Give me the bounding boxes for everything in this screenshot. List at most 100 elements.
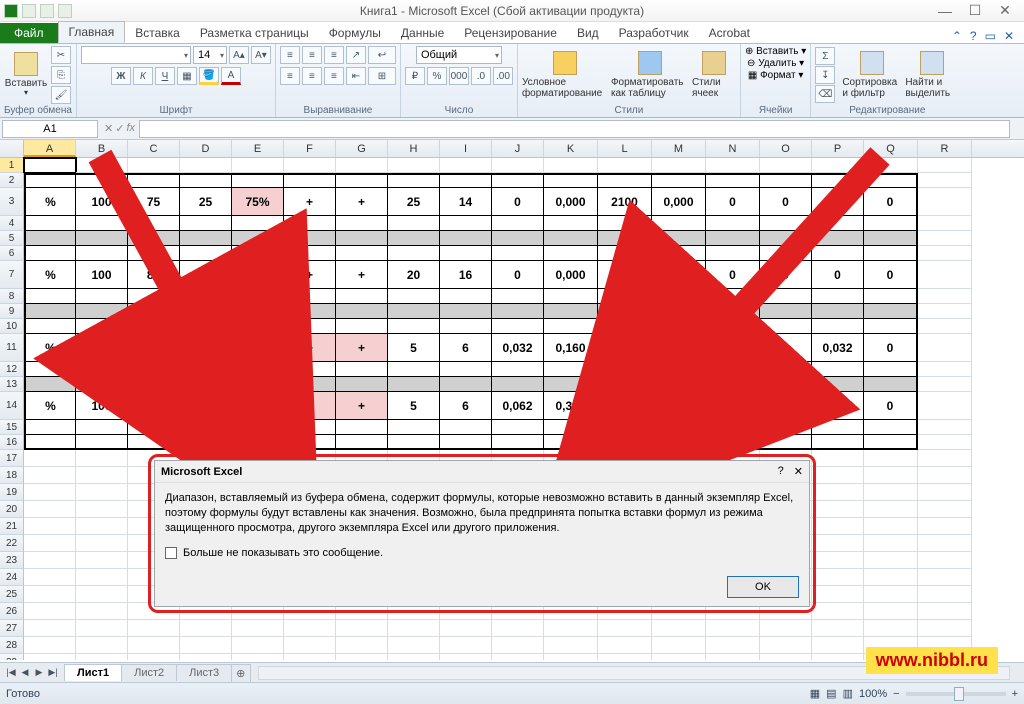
undo-icon[interactable] <box>40 4 54 18</box>
cell[interactable]: 0,032 <box>492 334 544 362</box>
cell[interactable] <box>128 246 180 261</box>
cell[interactable] <box>180 362 232 377</box>
tab-file[interactable]: Файл <box>0 23 58 43</box>
cell[interactable] <box>180 319 232 334</box>
cell[interactable] <box>180 173 232 188</box>
cell[interactable] <box>128 362 180 377</box>
cell[interactable] <box>864 231 918 246</box>
cell[interactable]: 0 <box>760 334 812 362</box>
row-header-16[interactable]: 16 <box>0 435 24 450</box>
cell[interactable] <box>760 289 812 304</box>
cell[interactable] <box>652 620 706 637</box>
row-header-12[interactable]: 12 <box>0 362 24 377</box>
cell[interactable] <box>284 304 336 319</box>
cell[interactable] <box>24 319 76 334</box>
next-sheet-icon[interactable]: ▶ <box>32 667 46 678</box>
cell[interactable] <box>918 392 972 420</box>
cell[interactable] <box>128 158 180 173</box>
cell[interactable] <box>812 484 864 501</box>
cell[interactable] <box>24 637 76 654</box>
row-header-27[interactable]: 27 <box>0 620 24 637</box>
cell[interactable] <box>706 289 760 304</box>
cell[interactable] <box>440 362 492 377</box>
col-header-C[interactable]: C <box>128 140 180 157</box>
cell[interactable]: 0 <box>706 392 760 420</box>
cell[interactable] <box>812 216 864 231</box>
cell[interactable] <box>440 420 492 435</box>
format-as-table-button[interactable]: Форматировать как таблицу <box>611 47 689 103</box>
cell[interactable] <box>492 637 544 654</box>
font-size-combo[interactable]: 14 <box>193 46 227 64</box>
cell[interactable]: + <box>284 261 336 289</box>
cell[interactable] <box>76 484 128 501</box>
cell[interactable]: 0 <box>864 188 918 216</box>
cell[interactable] <box>76 420 128 435</box>
cell[interactable] <box>440 620 492 637</box>
cell[interactable]: 0 <box>492 188 544 216</box>
cell[interactable]: 80 <box>128 261 180 289</box>
cell[interactable] <box>760 362 812 377</box>
dialog-help-icon[interactable]: ? <box>778 465 784 478</box>
cell[interactable]: 95 <box>128 334 180 362</box>
cell[interactable] <box>128 319 180 334</box>
cell[interactable] <box>864 420 918 435</box>
cell[interactable] <box>598 304 652 319</box>
insert-cells-icon[interactable]: ⊕ Вставить ▾ <box>745 46 806 57</box>
underline-icon[interactable]: Ч <box>155 67 175 85</box>
find-select-button[interactable]: Найти и выделить <box>905 47 959 103</box>
cell[interactable] <box>544 377 598 392</box>
cell[interactable] <box>918 484 972 501</box>
row-header-22[interactable]: 22 <box>0 535 24 552</box>
cell[interactable] <box>232 304 284 319</box>
cell[interactable] <box>598 435 652 450</box>
cell[interactable] <box>544 246 598 261</box>
cell[interactable]: + <box>336 334 388 362</box>
dec-decimal-icon[interactable]: .00 <box>493 67 513 85</box>
cell[interactable] <box>544 637 598 654</box>
format-cells-icon[interactable]: ▦ Формат ▾ <box>748 70 804 81</box>
cell[interactable] <box>598 620 652 637</box>
dont-show-checkbox[interactable]: Больше не показывать это сообщение. <box>165 546 799 561</box>
cell[interactable] <box>760 231 812 246</box>
row-header-5[interactable]: 5 <box>0 231 24 246</box>
cell[interactable] <box>652 362 706 377</box>
cell[interactable] <box>544 158 598 173</box>
cell[interactable] <box>284 246 336 261</box>
cell[interactable] <box>24 552 76 569</box>
row-header-13[interactable]: 13 <box>0 377 24 392</box>
col-header-O[interactable]: O <box>760 140 812 157</box>
cell[interactable] <box>918 420 972 435</box>
cell[interactable] <box>864 484 918 501</box>
cell[interactable] <box>864 467 918 484</box>
cell[interactable] <box>336 289 388 304</box>
currency-icon[interactable]: ₽ <box>405 67 425 85</box>
cell[interactable] <box>918 501 972 518</box>
cell[interactable] <box>598 216 652 231</box>
row-header-17[interactable]: 17 <box>0 450 24 467</box>
cell[interactable] <box>918 173 972 188</box>
cell[interactable] <box>232 620 284 637</box>
cell[interactable] <box>598 637 652 654</box>
cell[interactable] <box>180 435 232 450</box>
cell[interactable] <box>492 158 544 173</box>
cell[interactable]: 5 <box>388 392 440 420</box>
cell[interactable] <box>76 216 128 231</box>
cell[interactable] <box>76 319 128 334</box>
cell[interactable]: 0 <box>706 261 760 289</box>
cell[interactable] <box>598 158 652 173</box>
cell[interactable] <box>388 654 440 660</box>
fill-icon[interactable]: ↧ <box>815 66 835 84</box>
cell[interactable] <box>76 377 128 392</box>
tab-developer[interactable]: Разработчик <box>609 23 699 43</box>
cell[interactable] <box>918 603 972 620</box>
save-icon[interactable] <box>22 4 36 18</box>
cell[interactable]: 95 <box>128 392 180 420</box>
cell[interactable] <box>180 289 232 304</box>
col-header-Q[interactable]: Q <box>864 140 918 157</box>
cell[interactable]: 650 <box>598 392 652 420</box>
cell[interactable] <box>652 435 706 450</box>
cell[interactable]: + <box>336 261 388 289</box>
cell[interactable]: + <box>336 392 388 420</box>
cell[interactable] <box>598 377 652 392</box>
cell[interactable] <box>232 420 284 435</box>
